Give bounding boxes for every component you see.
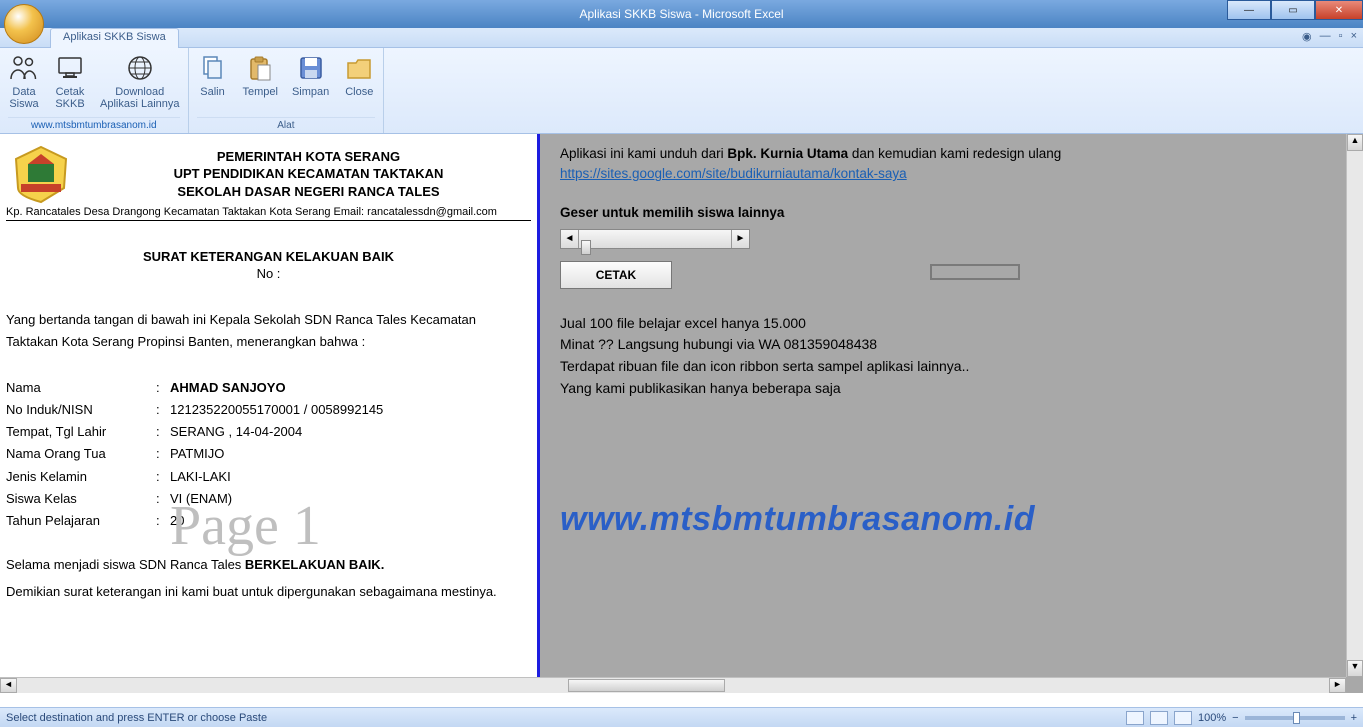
doc-subtitle: SURAT KETERANGAN KELAKUAN BAIK bbox=[6, 249, 531, 264]
minimize-button[interactable]: — bbox=[1227, 0, 1271, 20]
hscroll-thumb[interactable] bbox=[568, 679, 725, 692]
field-ttl-label: Tempat, Tgl Lahir bbox=[6, 421, 156, 443]
view-pagebreak-button[interactable] bbox=[1174, 711, 1192, 725]
doc-closing: Demikian surat keterangan ini kami buat … bbox=[6, 584, 531, 599]
horizontal-scrollbar[interactable]: ◄ ► bbox=[0, 677, 1346, 693]
group-alat-label: Alat bbox=[197, 117, 376, 133]
field-jk-value: LAKI-LAKI bbox=[170, 466, 531, 488]
group-website-link[interactable]: www.mtsbmtumbrasanom.id bbox=[31, 120, 157, 131]
document-preview: PEMERINTAH KOTA SERANG UPT PENDIDIKAN KE… bbox=[0, 134, 540, 693]
save-icon bbox=[295, 52, 327, 84]
ribbon-group-alat: Salin Tempel Simpan Close Alat bbox=[189, 48, 385, 133]
doc-intro: Yang bertanda tangan di bawah ini Kepala… bbox=[6, 309, 531, 353]
scroller-heading: Geser untuk memilih siswa lainnya bbox=[560, 203, 1343, 223]
view-normal-button[interactable] bbox=[1126, 711, 1144, 725]
student-scroller[interactable]: ◄ ► bbox=[560, 229, 750, 249]
ribbon-group-website: Data Siswa Cetak SKKB Download Aplikasi … bbox=[0, 48, 189, 133]
download-label: Download Aplikasi Lainnya bbox=[100, 86, 180, 110]
simpan-button[interactable]: Simpan bbox=[292, 52, 329, 117]
field-nisn-label: No Induk/NISN bbox=[6, 399, 156, 421]
maximize-button[interactable]: ▭ bbox=[1271, 0, 1315, 20]
tempel-button[interactable]: Tempel bbox=[243, 52, 278, 117]
scroll-up-icon[interactable]: ▲ bbox=[1347, 134, 1363, 151]
ribbon: Data Siswa Cetak SKKB Download Aplikasi … bbox=[0, 48, 1363, 134]
data-siswa-label: Data Siswa bbox=[9, 86, 38, 110]
paste-icon bbox=[244, 52, 276, 84]
zoom-out-icon[interactable]: − bbox=[1232, 712, 1238, 724]
letterhead-line2: UPT PENDIDIKAN KECAMATAN TAKTAKAN bbox=[86, 165, 531, 183]
scroll-left-icon[interactable]: ◄ bbox=[561, 230, 579, 248]
close-tool-label: Close bbox=[345, 86, 373, 98]
scroll-down-icon[interactable]: ▼ bbox=[1347, 660, 1363, 677]
scroll-right-icon[interactable]: ► bbox=[731, 230, 749, 248]
zoom-thumb[interactable] bbox=[1293, 712, 1300, 724]
office-button[interactable] bbox=[4, 4, 44, 44]
window-titlebar: Aplikasi SKKB Siswa - Microsoft Excel — … bbox=[0, 0, 1363, 28]
field-nama-value: AHMAD SANJOYO bbox=[170, 377, 531, 399]
field-nama-label: Nama bbox=[6, 377, 156, 399]
letterhead: PEMERINTAH KOTA SERANG UPT PENDIDIKAN KE… bbox=[86, 148, 531, 201]
close-button[interactable]: ✕ bbox=[1315, 0, 1363, 20]
close-doc-icon[interactable]: × bbox=[1351, 30, 1357, 43]
cetak-skkb-label: Cetak SKKB bbox=[55, 86, 84, 110]
field-ortu-label: Nama Orang Tua bbox=[6, 443, 156, 465]
letterhead-line1: PEMERINTAH KOTA SERANG bbox=[86, 148, 531, 166]
salin-button[interactable]: Salin bbox=[197, 52, 229, 117]
zoom-slider[interactable] bbox=[1245, 716, 1345, 720]
field-ttl-value: SERANG , 14-04-2004 bbox=[170, 421, 531, 443]
zoom-in-icon[interactable]: + bbox=[1351, 712, 1357, 724]
copy-icon bbox=[197, 52, 229, 84]
watermark-url: www.mtsbmtumbrasanom.id bbox=[560, 500, 1343, 539]
doc-behaviour: Selama menjadi siswa SDN Ranca Tales BER… bbox=[6, 554, 531, 576]
vertical-scrollbar[interactable]: ▲ ▼ bbox=[1346, 134, 1363, 677]
data-siswa-button[interactable]: Data Siswa bbox=[8, 52, 40, 117]
promo-block: Jual 100 file belajar excel hanya 15.000… bbox=[560, 313, 1343, 400]
scroll-thumb[interactable] bbox=[581, 240, 591, 255]
field-nisn-value: 121235220055170001 / 0058992145 bbox=[170, 399, 531, 421]
hscroll-right-icon[interactable]: ► bbox=[1329, 678, 1346, 693]
restore-doc-icon[interactable]: ▫ bbox=[1339, 30, 1343, 43]
letterhead-address: Kp. Rancatales Desa Drangong Kecamatan T… bbox=[6, 204, 531, 221]
download-button[interactable]: Download Aplikasi Lainnya bbox=[100, 52, 180, 117]
simpan-label: Simpan bbox=[292, 86, 329, 98]
selection-box bbox=[930, 264, 1020, 280]
folder-icon bbox=[343, 52, 375, 84]
source-link[interactable]: https://sites.google.com/site/budikurnia… bbox=[560, 166, 907, 181]
people-icon bbox=[8, 52, 40, 84]
zoom-value: 100% bbox=[1198, 712, 1226, 724]
status-bar: Select destination and press ENTER or ch… bbox=[0, 707, 1363, 727]
field-jk-label: Jenis Kelamin bbox=[6, 466, 156, 488]
field-tp-value: 20 bbox=[170, 510, 531, 532]
control-panel: Aplikasi ini kami unduh dari Bpk. Kurnia… bbox=[540, 134, 1363, 693]
salin-label: Salin bbox=[200, 86, 224, 98]
doc-number: No : bbox=[6, 266, 531, 281]
field-kelas-value: VI (ENAM) bbox=[170, 488, 531, 510]
letterhead-line3: SEKOLAH DASAR NEGERI RANCA TALES bbox=[86, 183, 531, 201]
help-icon[interactable]: ◉ bbox=[1302, 30, 1312, 43]
view-layout-button[interactable] bbox=[1150, 711, 1168, 725]
close-tool-button[interactable]: Close bbox=[343, 52, 375, 117]
ribbon-tab-row: Aplikasi SKKB Siswa ◉ — ▫ × bbox=[0, 28, 1363, 48]
window-title: Aplikasi SKKB Siswa - Microsoft Excel bbox=[579, 7, 783, 21]
cetak-skkb-button[interactable]: Cetak SKKB bbox=[54, 52, 86, 117]
hscroll-track[interactable] bbox=[17, 678, 1329, 693]
field-ortu-value: PATMIJO bbox=[170, 443, 531, 465]
city-logo bbox=[6, 144, 76, 204]
field-tp-label: Tahun Pelajaran bbox=[6, 510, 156, 532]
monitor-icon bbox=[54, 52, 86, 84]
hscroll-left-icon[interactable]: ◄ bbox=[0, 678, 17, 693]
status-message: Select destination and press ENTER or ch… bbox=[6, 712, 267, 724]
tempel-label: Tempel bbox=[243, 86, 278, 98]
cetak-button[interactable]: CETAK bbox=[560, 261, 672, 289]
field-kelas-label: Siswa Kelas bbox=[6, 488, 156, 510]
credit-text: Aplikasi ini kami unduh dari Bpk. Kurnia… bbox=[560, 144, 1343, 185]
student-fields: Nama:AHMAD SANJOYO No Induk/NISN:1212352… bbox=[6, 377, 531, 532]
worksheet-area: PEMERINTAH KOTA SERANG UPT PENDIDIKAN KE… bbox=[0, 134, 1363, 693]
minimize-ribbon-icon[interactable]: — bbox=[1320, 30, 1331, 43]
tab-aplikasi-skkb[interactable]: Aplikasi SKKB Siswa bbox=[50, 28, 179, 48]
globe-icon bbox=[124, 52, 156, 84]
